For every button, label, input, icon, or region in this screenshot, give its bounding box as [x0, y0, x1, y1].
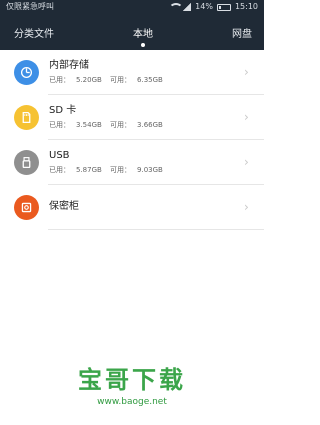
item-title: SD 卡	[49, 105, 77, 116]
status-left-text: 仅限紧急呼叫	[6, 2, 54, 11]
used-value: 3.54GB	[76, 121, 102, 129]
storage-item-usb[interactable]: USB 已用： 5.87GB 可用： 9.03GB ›	[0, 140, 264, 184]
watermark: 宝哥下载 www.baoge.net	[0, 360, 264, 407]
chevron-right-icon: ›	[244, 155, 249, 169]
pie-clock-icon	[20, 66, 33, 78]
chevron-right-icon: ›	[244, 110, 249, 124]
storage-item-sd[interactable]: SD 卡 已用： 3.54GB 可用： 3.66GB ›	[0, 95, 264, 139]
signal-icon	[183, 3, 192, 11]
used-value: 5.20GB	[76, 76, 102, 84]
safe-box-icon	[14, 194, 39, 220]
chevron-right-icon: ›	[244, 200, 249, 214]
battery-icon	[216, 3, 231, 11]
usb-icon	[14, 149, 39, 175]
used-label: 已用：	[49, 166, 70, 174]
tab-cloud[interactable]: 网盘	[230, 19, 254, 46]
used-label: 已用：	[49, 121, 70, 129]
item-info: USB 已用： 5.87GB 可用： 9.03GB	[49, 149, 244, 175]
status-bar: 仅限紧急呼叫 14% 15:10	[0, 0, 264, 14]
free-value: 3.66GB	[137, 121, 163, 129]
safe-glyph-icon	[21, 202, 32, 212]
storage-list: 内部存储 已用： 5.20GB 可用： 6.35GB › SD 卡 已用： 3.54G…	[0, 50, 264, 230]
used-value: 5.87GB	[76, 166, 102, 174]
status-time: 15:10	[234, 2, 258, 11]
top-bar: 仅限紧急呼叫 14% 15:10 分类文件 本地 网盘	[0, 0, 264, 50]
chevron-right-icon: ›	[244, 65, 249, 79]
free-value: 9.03GB	[137, 166, 163, 174]
item-title: 内部存储	[49, 60, 89, 71]
tab-categories[interactable]: 分类文件	[12, 19, 56, 46]
status-right: 14% 15:10	[169, 0, 258, 14]
item-info: 保密柜	[49, 200, 244, 214]
watermark-url: www.baoge.net	[97, 397, 167, 407]
item-usage: 已用： 3.54GB 可用： 3.66GB	[49, 120, 244, 130]
storage-item-safe[interactable]: 保密柜 ›	[0, 185, 264, 229]
item-title: USB	[49, 150, 70, 161]
sd-card-glyph-icon	[22, 111, 31, 123]
sd-card-icon	[14, 104, 39, 130]
item-info: SD 卡 已用： 3.54GB 可用： 3.66GB	[49, 104, 244, 130]
internal-storage-icon	[14, 59, 39, 85]
watermark-title: 宝哥下载	[78, 366, 186, 394]
battery-percent: 14%	[195, 2, 213, 11]
free-label: 可用：	[110, 76, 132, 84]
tab-local[interactable]: 本地	[131, 19, 155, 46]
free-label: 可用：	[110, 166, 132, 174]
item-title: 保密柜	[49, 201, 79, 212]
divider	[48, 229, 264, 230]
used-label: 已用：	[49, 76, 70, 84]
free-label: 可用：	[110, 121, 132, 129]
storage-item-internal[interactable]: 内部存储 已用： 5.20GB 可用： 6.35GB ›	[0, 50, 264, 94]
free-value: 6.35GB	[137, 76, 163, 84]
item-usage: 已用： 5.20GB 可用： 6.35GB	[49, 75, 244, 85]
usb-glyph-icon	[22, 156, 31, 168]
item-usage: 已用： 5.87GB 可用： 9.03GB	[49, 165, 244, 175]
wifi-icon	[169, 3, 184, 11]
item-info: 内部存储 已用： 5.20GB 可用： 6.35GB	[49, 59, 244, 85]
tab-bar: 分类文件 本地 网盘	[0, 14, 264, 50]
